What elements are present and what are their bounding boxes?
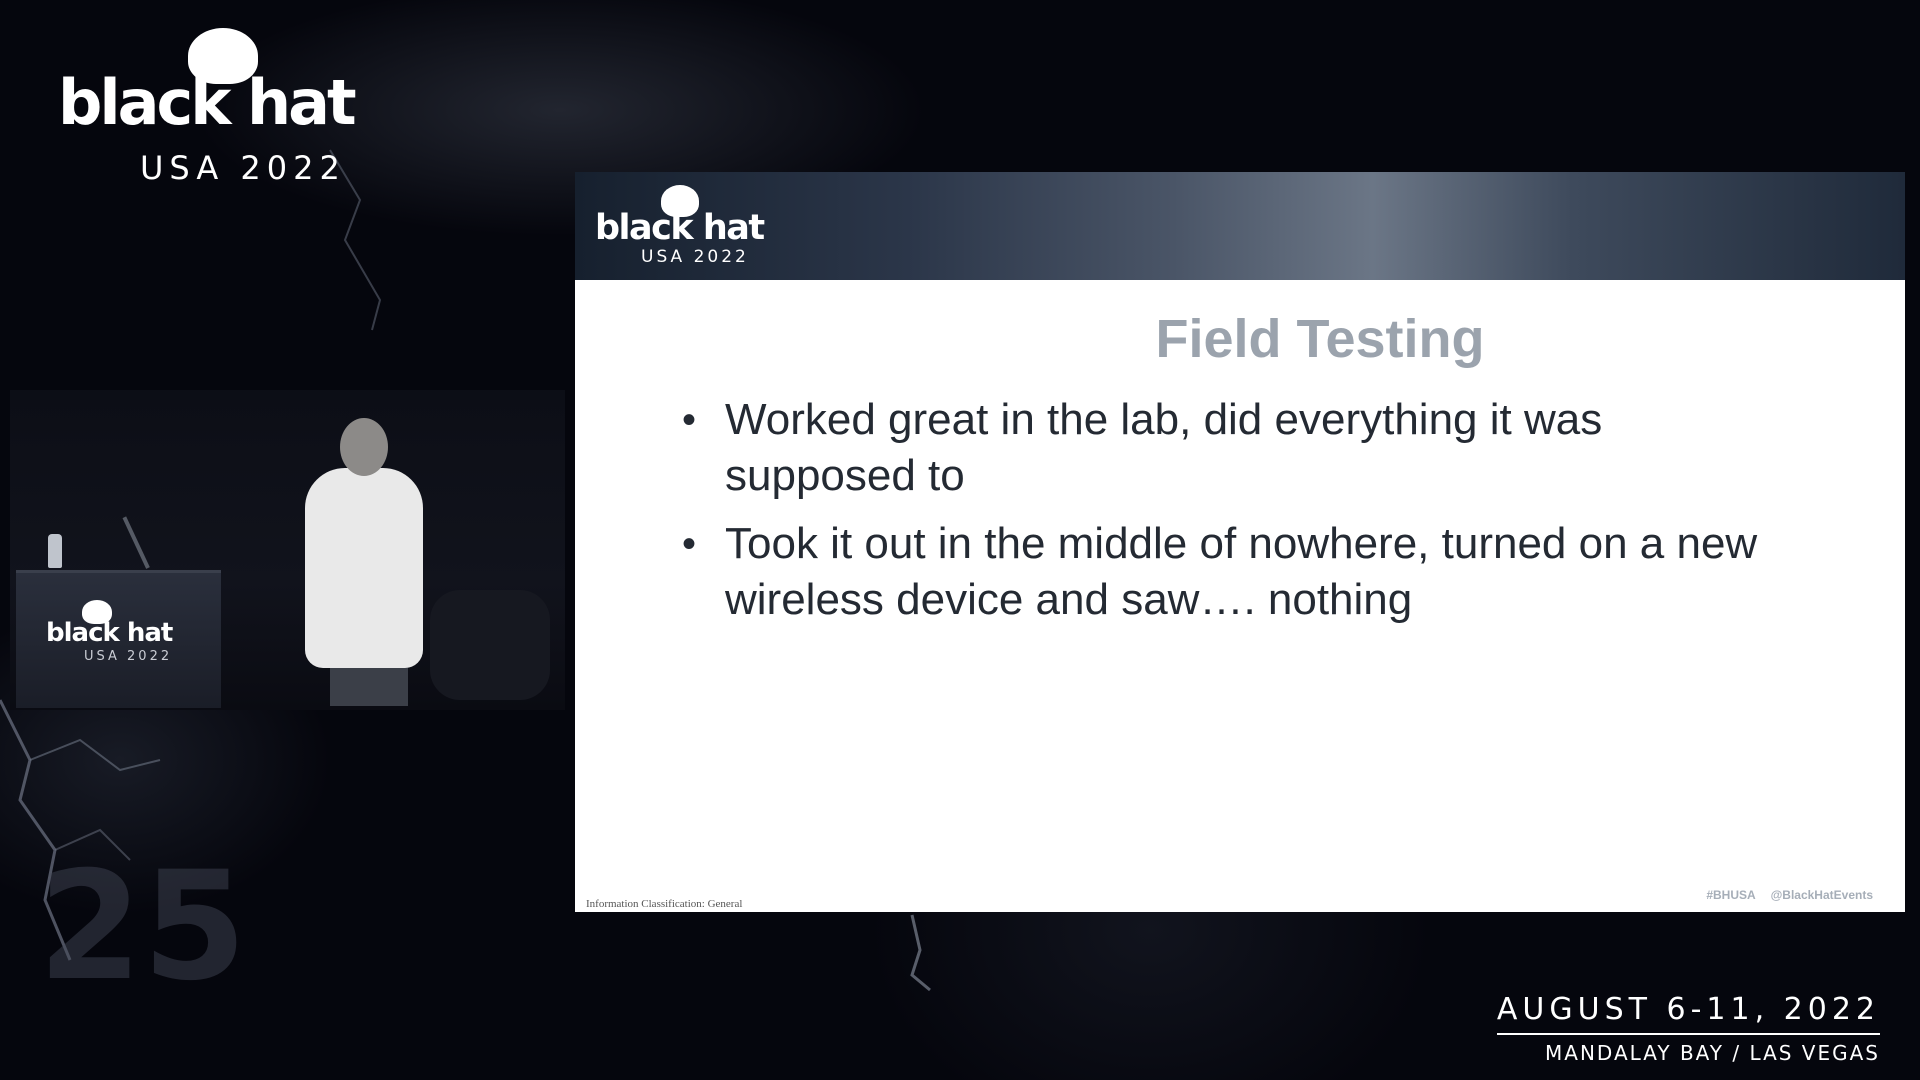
logo-edition: USA 2022 (140, 149, 346, 187)
bullet-text: Worked great in the lab, did everything … (725, 395, 1603, 500)
slide-logo-wordmark: black hat (595, 208, 765, 248)
event-info: AUGUST 6-11, 2022 MANDALAY BAY / LAS VEG… (1380, 992, 1880, 1065)
blackhat-main-logo: black hat USA 2022 (58, 28, 388, 184)
speaker-body (305, 468, 423, 668)
bullet-dot-icon: • (682, 522, 697, 566)
stage-chair (430, 590, 550, 700)
classification-label: Information Classification: General (586, 898, 743, 910)
slide-logo: black hat USA 2022 (595, 185, 795, 267)
event-venue: MANDALAY BAY / LAS VEGAS (1545, 1041, 1880, 1065)
hashtag: #BHUSA (1706, 888, 1756, 902)
podium-logo-edition: USA 2022 (84, 649, 173, 664)
bullet-item: • Took it out in the middle of nowhere, … (680, 516, 1760, 628)
slide-title: Field Testing (1155, 309, 1485, 369)
decorative-number: 25 (38, 840, 247, 1014)
podium-logo: black hat USA 2022 (46, 600, 196, 664)
slide-logo-edition: USA 2022 (641, 247, 749, 267)
water-bottle (48, 534, 62, 568)
podium-logo-wordmark: black hat (46, 618, 173, 648)
bullet-text: Took it out in the middle of nowhere, tu… (725, 519, 1758, 624)
logo-wordmark: black hat (58, 66, 357, 139)
slide-bullet-list: • Worked great in the lab, did everythin… (680, 392, 1760, 640)
presentation-slide: Field Testing • Worked great in the lab,… (575, 280, 1905, 912)
speaker-head (340, 418, 388, 476)
bullet-dot-icon: • (682, 398, 697, 442)
slide-hashtags: #BHUSA @BlackHatEvents (1706, 888, 1873, 902)
event-dates: AUGUST 6-11, 2022 (1496, 992, 1880, 1035)
social-handle: @BlackHatEvents (1770, 888, 1873, 902)
bullet-item: • Worked great in the lab, did everythin… (680, 392, 1760, 504)
